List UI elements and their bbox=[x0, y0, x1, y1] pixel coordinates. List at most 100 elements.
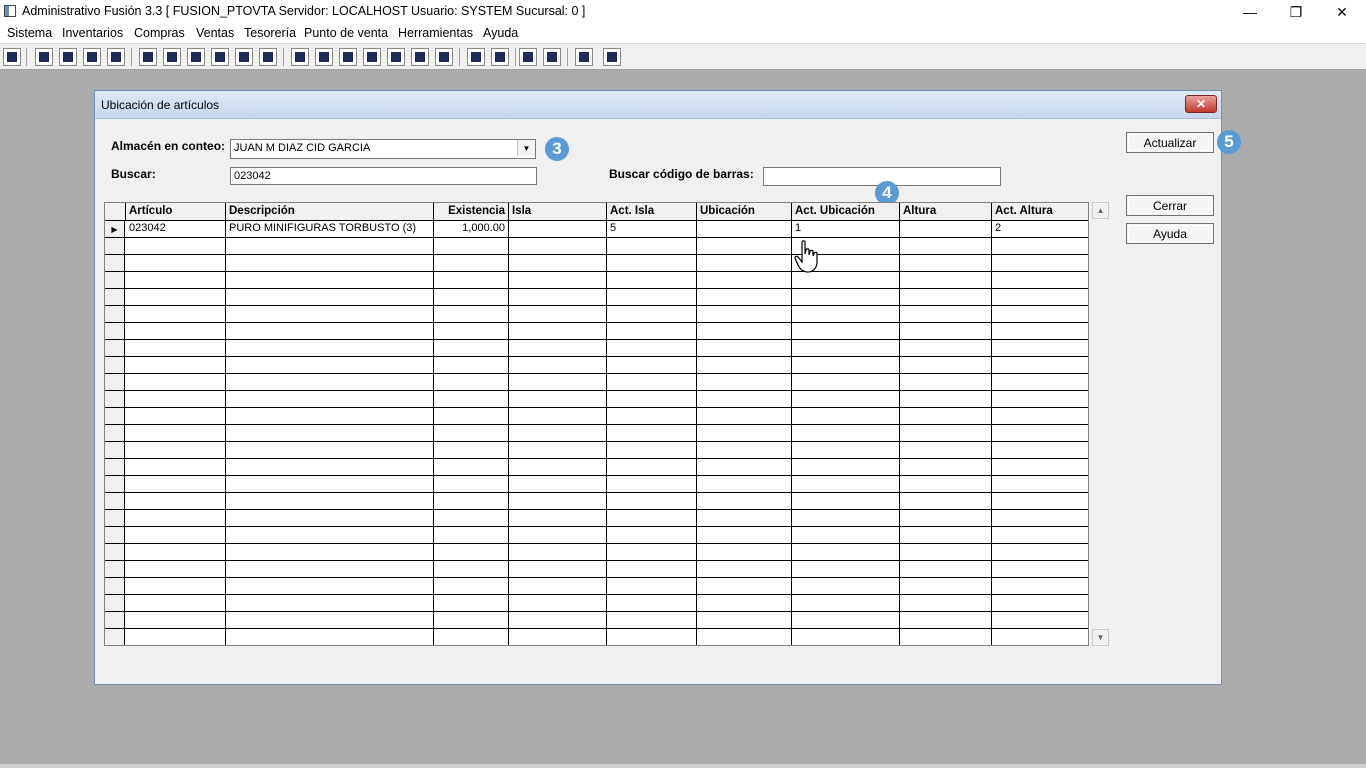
cell-ubicacion[interactable] bbox=[697, 323, 792, 339]
cell-altura[interactable] bbox=[900, 459, 992, 475]
cell-act-ubicacion[interactable]: 1 bbox=[792, 221, 900, 237]
cell-act-altura[interactable] bbox=[992, 595, 1088, 611]
cell-act-isla[interactable] bbox=[607, 357, 697, 373]
table-row[interactable] bbox=[105, 272, 1088, 289]
cell-altura[interactable] bbox=[900, 629, 992, 645]
col-articulo[interactable]: Artículo bbox=[126, 203, 226, 221]
card-icon[interactable] bbox=[315, 48, 333, 66]
money-icon[interactable] bbox=[387, 48, 405, 66]
cell-act-altura[interactable] bbox=[992, 425, 1088, 441]
cell-act-isla[interactable]: 5 bbox=[607, 221, 697, 237]
table-row[interactable] bbox=[105, 255, 1088, 272]
cell-ubicacion[interactable] bbox=[697, 578, 792, 594]
table-row[interactable] bbox=[105, 374, 1088, 391]
cell-articulo[interactable] bbox=[126, 357, 226, 373]
cell-act-ubicacion[interactable] bbox=[792, 612, 900, 628]
cell-descripcion[interactable] bbox=[226, 357, 434, 373]
cell-altura[interactable] bbox=[900, 272, 992, 288]
cell-act-isla[interactable] bbox=[607, 408, 697, 424]
cell-existencia[interactable] bbox=[434, 255, 509, 271]
cell-act-ubicacion[interactable] bbox=[792, 289, 900, 305]
cell-act-isla[interactable] bbox=[607, 527, 697, 543]
cell-ubicacion[interactable] bbox=[697, 408, 792, 424]
articles-grid[interactable]: Artículo Descripción Existencia Isla Act… bbox=[104, 202, 1089, 646]
almacen-combobox[interactable]: JUAN M DIAZ CID GARCIA ▼ bbox=[230, 139, 536, 159]
cell-isla[interactable] bbox=[509, 578, 607, 594]
cell-act-isla[interactable] bbox=[607, 544, 697, 560]
dialog-close-button[interactable]: ✕ bbox=[1185, 95, 1217, 113]
add-icon[interactable] bbox=[363, 48, 381, 66]
row-header[interactable]: ▶ bbox=[105, 221, 125, 237]
cell-articulo[interactable] bbox=[126, 442, 226, 458]
cell-act-altura[interactable] bbox=[992, 493, 1088, 509]
cell-act-ubicacion[interactable] bbox=[792, 493, 900, 509]
cell-act-isla[interactable] bbox=[607, 442, 697, 458]
table-row[interactable] bbox=[105, 595, 1088, 612]
cell-articulo[interactable] bbox=[126, 612, 226, 628]
cell-existencia[interactable]: 1,000.00 bbox=[434, 221, 509, 237]
row-header[interactable] bbox=[105, 340, 125, 356]
cell-act-altura[interactable] bbox=[992, 323, 1088, 339]
cell-ubicacion[interactable] bbox=[697, 221, 792, 237]
cell-existencia[interactable] bbox=[434, 408, 509, 424]
cell-descripcion[interactable] bbox=[226, 442, 434, 458]
cell-articulo[interactable] bbox=[126, 408, 226, 424]
cell-descripcion[interactable] bbox=[226, 306, 434, 322]
cell-articulo[interactable] bbox=[126, 289, 226, 305]
cell-isla[interactable] bbox=[509, 442, 607, 458]
grid-vertical-scrollbar[interactable]: ▲ ▼ bbox=[1092, 202, 1109, 646]
cell-isla[interactable] bbox=[509, 595, 607, 611]
row-header[interactable] bbox=[105, 306, 125, 322]
cell-ubicacion[interactable] bbox=[697, 476, 792, 492]
cell-articulo[interactable] bbox=[126, 374, 226, 390]
cell-ubicacion[interactable] bbox=[697, 527, 792, 543]
cell-act-ubicacion[interactable] bbox=[792, 595, 900, 611]
close-window-button[interactable]: ✕ bbox=[1319, 0, 1365, 24]
scroll-up-icon[interactable]: ▲ bbox=[1092, 202, 1109, 219]
cell-altura[interactable] bbox=[900, 476, 992, 492]
cell-isla[interactable] bbox=[509, 476, 607, 492]
col-act-ubicacion[interactable]: Act. Ubicación bbox=[792, 203, 900, 221]
cell-descripcion[interactable] bbox=[226, 544, 434, 560]
cell-descripcion[interactable] bbox=[226, 289, 434, 305]
cell-articulo[interactable] bbox=[126, 578, 226, 594]
cell-act-isla[interactable] bbox=[607, 425, 697, 441]
cell-articulo[interactable] bbox=[126, 255, 226, 271]
cell-altura[interactable] bbox=[900, 493, 992, 509]
actualizar-button[interactable]: Actualizar bbox=[1126, 132, 1214, 153]
menu-punto-de-venta[interactable]: Punto de venta bbox=[304, 26, 388, 40]
cell-altura[interactable] bbox=[900, 340, 992, 356]
cell-existencia[interactable] bbox=[434, 340, 509, 356]
row-header[interactable] bbox=[105, 595, 125, 611]
cell-altura[interactable] bbox=[900, 612, 992, 628]
export-icon[interactable] bbox=[339, 48, 357, 66]
table-row[interactable] bbox=[105, 357, 1088, 374]
cell-descripcion[interactable] bbox=[226, 595, 434, 611]
cell-act-ubicacion[interactable] bbox=[792, 442, 900, 458]
row-header[interactable] bbox=[105, 578, 125, 594]
cell-descripcion[interactable] bbox=[226, 493, 434, 509]
cell-act-altura[interactable] bbox=[992, 374, 1088, 390]
menu-tesoreria[interactable]: Tesorería bbox=[244, 26, 296, 40]
row-header[interactable] bbox=[105, 629, 125, 645]
cell-ubicacion[interactable] bbox=[697, 629, 792, 645]
col-altura[interactable]: Altura bbox=[900, 203, 992, 221]
cell-act-isla[interactable] bbox=[607, 255, 697, 271]
cell-altura[interactable] bbox=[900, 561, 992, 577]
cell-act-ubicacion[interactable] bbox=[792, 527, 900, 543]
row-header[interactable] bbox=[105, 357, 125, 373]
cell-altura[interactable] bbox=[900, 578, 992, 594]
table-row[interactable] bbox=[105, 306, 1088, 323]
cell-act-ubicacion[interactable] bbox=[792, 561, 900, 577]
cell-articulo[interactable] bbox=[126, 391, 226, 407]
table-row[interactable] bbox=[105, 476, 1088, 493]
cell-descripcion[interactable] bbox=[226, 561, 434, 577]
cell-articulo[interactable] bbox=[126, 340, 226, 356]
row-header[interactable] bbox=[105, 561, 125, 577]
cell-act-isla[interactable] bbox=[607, 238, 697, 254]
cell-act-ubicacion[interactable] bbox=[792, 306, 900, 322]
cell-ubicacion[interactable] bbox=[697, 510, 792, 526]
row-header[interactable] bbox=[105, 289, 125, 305]
cell-isla[interactable] bbox=[509, 425, 607, 441]
col-descripcion[interactable]: Descripción bbox=[226, 203, 434, 221]
